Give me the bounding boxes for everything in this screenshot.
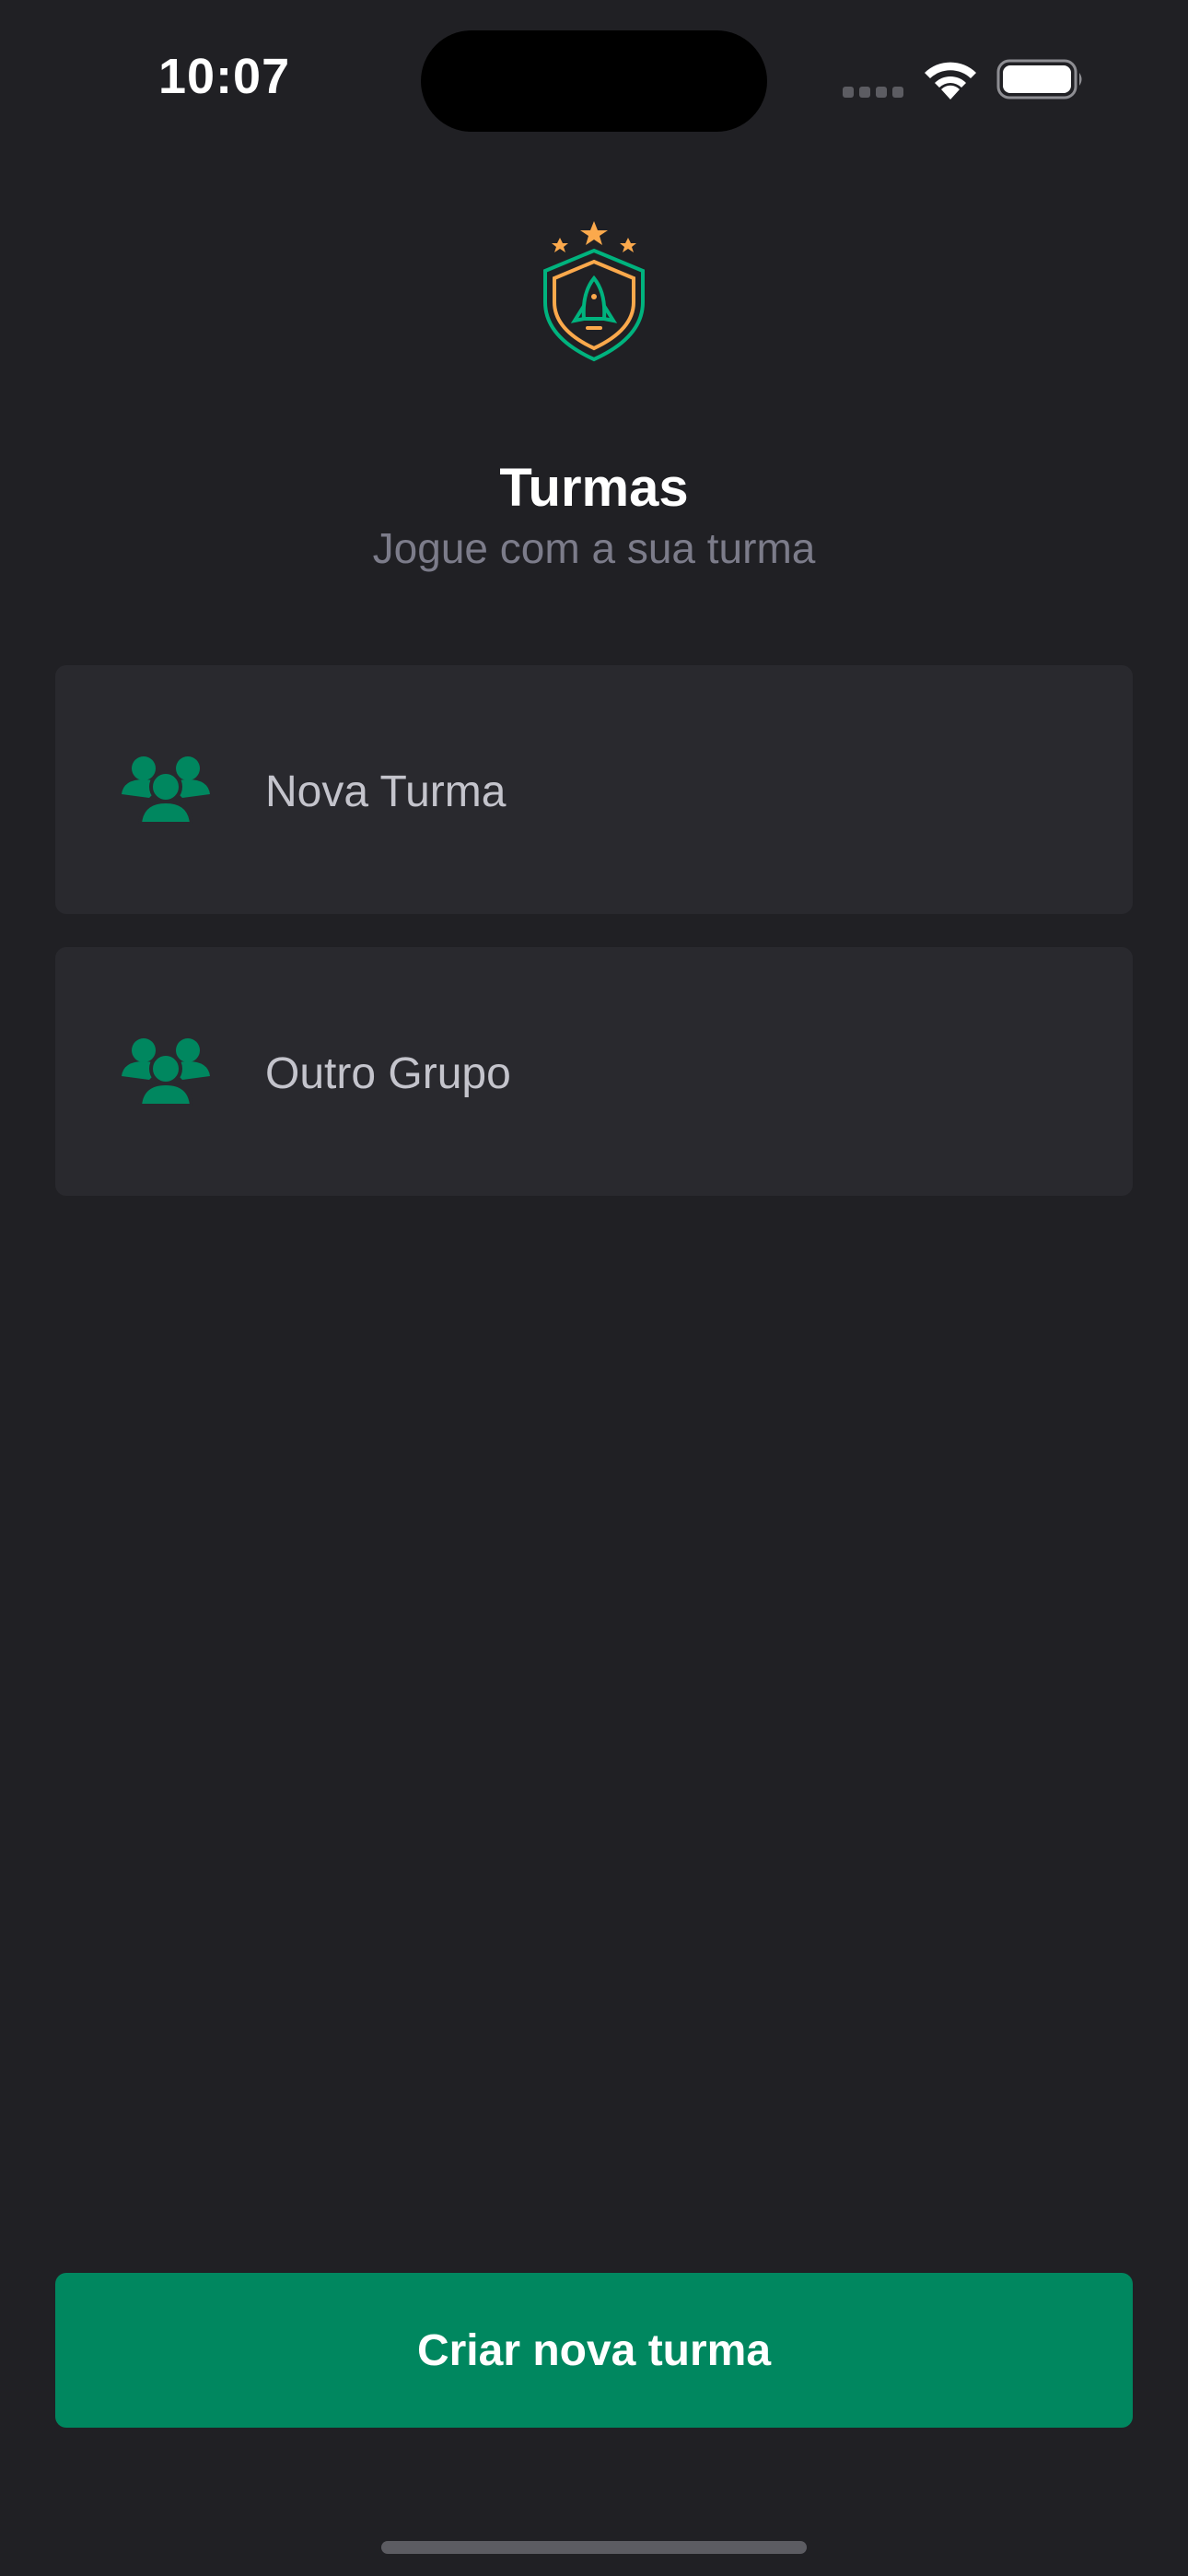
battery-icon [996, 59, 1082, 100]
status-time: 10:07 [158, 49, 291, 104]
create-group-button[interactable]: Criar nova turma [55, 2273, 1133, 2428]
page-title: Turmas [499, 458, 689, 518]
shield-rocket-logo [543, 221, 645, 362]
group-card-nova-turma[interactable]: Nova Turma [55, 665, 1133, 914]
wifi-icon [925, 62, 976, 100]
group-name: Outro Grupo [265, 1049, 511, 1098]
signal-icon [843, 87, 903, 98]
group-name: Nova Turma [265, 767, 507, 816]
home-indicator[interactable] [381, 2541, 807, 2554]
group-card-outro-grupo[interactable]: Outro Grupo [55, 947, 1133, 1196]
group-icon [122, 1038, 210, 1106]
dynamic-island [421, 30, 767, 132]
group-icon [122, 756, 210, 824]
page-subtitle: Jogue com a sua turma [372, 524, 816, 572]
